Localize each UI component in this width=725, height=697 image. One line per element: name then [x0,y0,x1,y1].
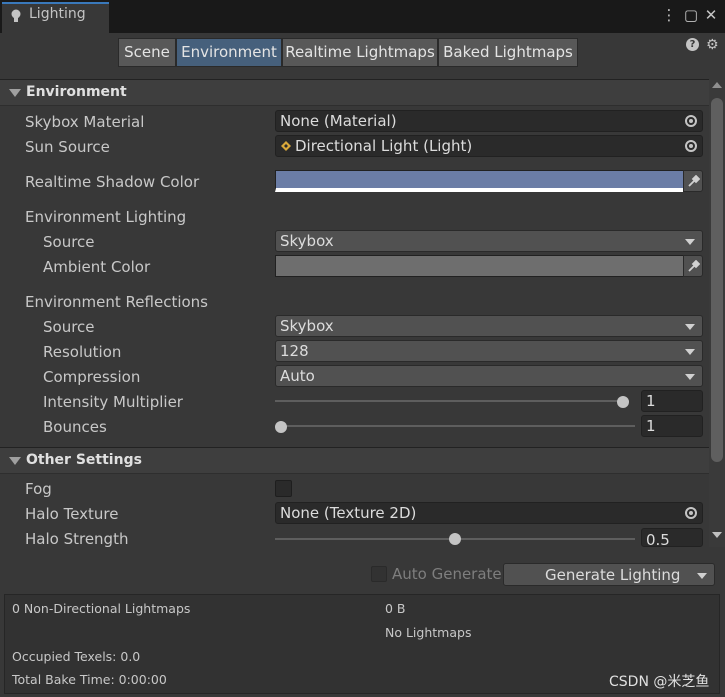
chevron-down-icon [685,349,695,355]
halo-texture-field[interactable]: None (Texture 2D) [275,502,703,524]
lightmaps-size: 0 B [385,601,406,616]
lighting-source-dropdown[interactable]: Skybox [275,230,703,252]
generate-lighting-label: Generate Lighting [545,566,681,584]
bounces-field[interactable]: 1 [641,415,703,437]
eyedropper-button[interactable] [683,170,703,192]
non-directional-lightmaps-count: 0 Non-Directional Lightmaps [12,601,191,616]
tab-environment[interactable]: Environment [176,38,282,67]
window-menu-icon[interactable]: ⋮ [660,6,678,24]
reflections-source-label: Source [43,318,95,336]
halo-strength-slider-thumb[interactable] [449,533,461,545]
environment-lighting-label: Environment Lighting [25,208,187,226]
intensity-multiplier-value: 1 [646,392,656,410]
maximize-icon[interactable]: ▢ [682,6,700,24]
window-title: Lighting [29,6,86,22]
scroll-up-arrow-icon[interactable] [712,82,722,88]
object-picker-icon[interactable] [680,111,702,131]
bounces-slider-thumb[interactable] [275,421,287,433]
watermark-text: CSDN @米芝鱼 [609,674,710,690]
section-other-settings-title: Other Settings [26,452,142,468]
generate-lighting-button[interactable]: Generate Lighting [503,563,715,586]
tab-scene[interactable]: Scene [118,38,176,67]
compression-label: Compression [43,368,141,386]
occupied-texels: Occupied Texels: 0.0 [12,649,141,664]
compression-value: Auto [280,367,315,385]
tab-realtime-lightmaps[interactable]: Realtime Lightmaps [282,38,438,67]
reflections-source-dropdown[interactable]: Skybox [275,315,703,337]
lightbulb-icon [11,9,21,22]
lighting-source-label: Source [43,233,95,251]
bounces-value: 1 [646,417,656,435]
chevron-down-icon [685,324,695,330]
fog-checkbox[interactable] [275,480,292,497]
realtime-shadow-color-label: Realtime Shadow Color [25,173,200,191]
sun-source-field[interactable]: Directional Light (Light) [275,135,703,157]
section-environment-title: Environment [26,84,127,100]
realtime-shadow-color-swatch[interactable] [275,170,684,192]
scroll-down-arrow-icon[interactable] [712,532,722,538]
resolution-value: 128 [280,342,309,360]
object-picker-icon[interactable] [680,503,702,523]
auto-generate-checkbox[interactable] [371,566,387,582]
resolution-dropdown[interactable]: 128 [275,340,703,362]
intensity-slider-thumb[interactable] [617,396,629,408]
directional-light-icon [281,141,291,151]
halo-strength-label: Halo Strength [25,530,129,548]
skybox-material-field[interactable]: None (Material) [275,110,703,132]
halo-strength-value: 0.5 [646,531,670,547]
foldout-triangle-icon[interactable] [9,89,21,97]
help-icon[interactable]: ? [686,38,699,51]
chevron-down-icon [685,239,695,245]
chevron-down-icon[interactable] [697,573,707,579]
eyedropper-button[interactable] [683,255,703,277]
tab-baked-lightmaps[interactable]: Baked Lightmaps [438,38,578,67]
bounces-slider-track[interactable] [275,425,635,427]
close-icon[interactable]: ✕ [702,6,720,24]
intensity-multiplier-label: Intensity Multiplier [43,393,183,411]
eyedropper-icon [688,260,700,272]
fog-label: Fog [25,480,52,498]
total-bake-time: Total Bake Time: 0:00:00 [12,672,167,687]
intensity-slider-track[interactable] [275,400,629,402]
intensity-multiplier-field[interactable]: 1 [641,390,703,412]
eyedropper-icon [688,175,700,187]
foldout-triangle-icon[interactable] [9,457,21,465]
halo-texture-label: Halo Texture [25,505,119,523]
environment-reflections-label: Environment Reflections [25,293,208,311]
auto-generate-label: Auto Generate [392,565,502,583]
compression-dropdown[interactable]: Auto [275,365,703,387]
chevron-down-icon [685,374,695,380]
resolution-label: Resolution [43,343,122,361]
sun-source-value: Directional Light (Light) [295,137,473,155]
skybox-material-value: None (Material) [280,112,397,130]
gear-icon[interactable]: ⚙ [706,38,720,52]
no-lightmaps-text: No Lightmaps [385,625,472,640]
halo-strength-field[interactable]: 0.5 [641,528,703,547]
reflections-source-value: Skybox [280,317,334,335]
bounces-label: Bounces [43,418,107,436]
ambient-color-swatch[interactable] [275,255,684,277]
scrollbar-thumb[interactable] [711,98,723,462]
halo-texture-value: None (Texture 2D) [280,504,417,522]
skybox-material-label: Skybox Material [25,113,145,131]
object-picker-icon[interactable] [680,136,702,156]
sun-source-label: Sun Source [25,138,110,156]
ambient-color-label: Ambient Color [43,258,151,276]
lighting-source-value: Skybox [280,232,334,250]
